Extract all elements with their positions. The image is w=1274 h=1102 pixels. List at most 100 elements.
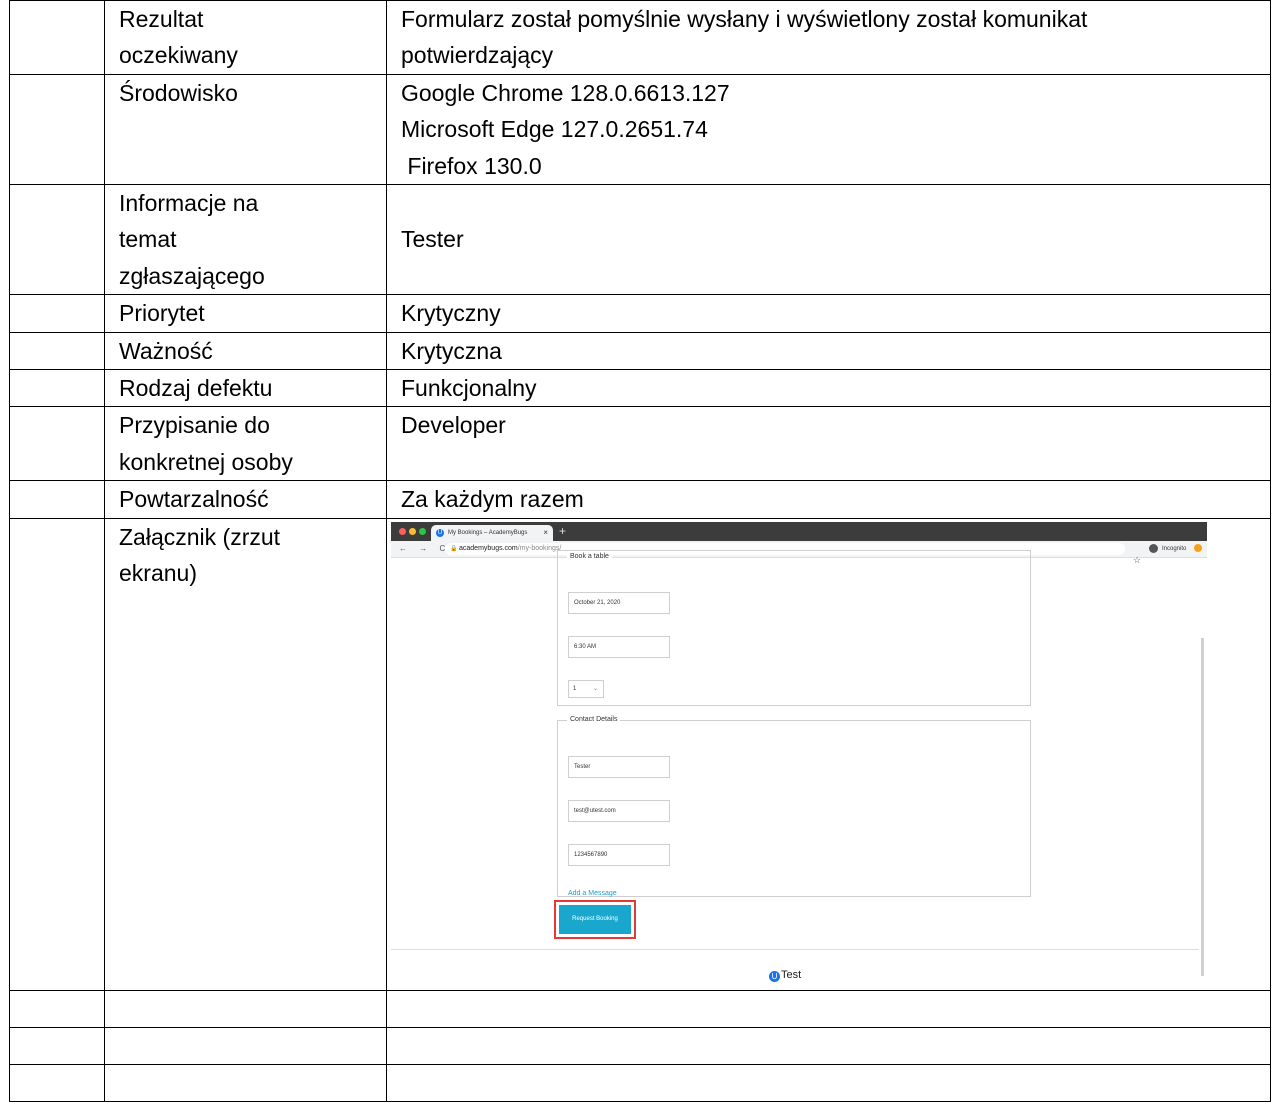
scrollbar[interactable] <box>1201 637 1204 976</box>
value-line: Developer <box>401 412 506 439</box>
label-line: Przypisanie do <box>119 412 270 439</box>
row-attachment: Załącznik (zrzut ekranu) U My Bookings –… <box>9 517 1271 991</box>
label-line: Rodzaj defektu <box>119 375 273 402</box>
index-cell <box>9 294 105 333</box>
row-environment: Środowisko Google Chrome 128.0.6613.127 … <box>9 73 1271 186</box>
label-line: Ważność <box>119 337 213 364</box>
incognito-label: Incognito <box>1162 545 1187 552</box>
book-table-fieldset <box>557 549 1031 706</box>
label-line: temat <box>119 226 177 253</box>
request-booking-button[interactable]: Request Booking <box>559 904 631 934</box>
row-defect-type: Rodzaj defektu Funkcjonalny <box>9 369 1271 408</box>
party-value: 1 <box>573 685 577 692</box>
value-cell <box>386 989 1271 1028</box>
label-line: ekranu) <box>119 560 197 587</box>
label-cell: Priorytet <box>104 294 387 333</box>
minimize-window-icon[interactable] <box>409 527 416 535</box>
value-line: Microsoft Edge 127.0.2651.74 <box>401 116 708 143</box>
label-line: Środowisko <box>119 79 238 106</box>
value-cell: Funkcjonalny <box>386 369 1271 408</box>
index-cell <box>9 517 105 991</box>
value-line: Funkcjonalny <box>401 375 537 402</box>
label-line: oczekiwany <box>119 42 238 69</box>
row-expected-result: Rezultat oczekiwany Formularz został pom… <box>9 0 1271 75</box>
index-cell <box>9 73 105 186</box>
index-cell <box>9 480 105 519</box>
label-cell: Rezultat oczekiwany <box>104 0 387 75</box>
attachment-cell: U My Bookings – AcademyBugs × + ← → C 🔒 … <box>386 517 1271 991</box>
label-cell <box>104 1063 387 1102</box>
value-line: Formularz został pomyślnie wysłany i wyś… <box>401 6 1088 32</box>
empty-row <box>9 1026 1271 1065</box>
lock-icon: 🔒 <box>450 545 458 552</box>
value-line: Krytyczna <box>401 337 502 364</box>
value-cell: Formularz został pomyślnie wysłany i wyś… <box>386 0 1271 75</box>
label-cell: Załącznik (zrzut ekranu) <box>104 517 387 991</box>
utest-logo: U Test <box>769 957 801 990</box>
value-line: Za każdym razem <box>401 486 584 513</box>
label-line: Rezultat <box>119 6 204 32</box>
index-cell <box>9 406 105 482</box>
url-host: academybugs.com <box>459 544 518 552</box>
value-cell: Developer <box>386 406 1271 482</box>
name-input[interactable]: Tester <box>568 755 670 778</box>
index-cell <box>9 989 105 1028</box>
utest-logo-text: Test <box>781 968 802 981</box>
value-cell <box>386 1026 1271 1065</box>
chevron-down-icon: ⌄ <box>592 685 598 692</box>
row-severity: Ważność Krytyczna <box>9 331 1271 371</box>
time-input[interactable]: 6:30 AM <box>568 635 670 658</box>
label-cell: Środowisko <box>104 73 387 186</box>
label-line: Powtarzalność <box>119 486 269 513</box>
value-line: Krytyczny <box>401 300 501 327</box>
close-tab-icon[interactable]: × <box>543 525 548 541</box>
label-line: zgłaszającego <box>119 262 265 289</box>
close-window-icon[interactable] <box>399 527 406 535</box>
party-select[interactable]: 1 ⌄ <box>568 679 604 698</box>
phone-input[interactable]: 1234567890 <box>568 843 670 866</box>
update-icon[interactable] <box>1194 543 1202 552</box>
value-cell <box>386 1063 1271 1102</box>
new-tab-button[interactable]: + <box>559 522 566 541</box>
index-cell <box>9 1026 105 1065</box>
value-line: Tester <box>401 226 464 253</box>
row-assignee: Przypisanie do konkretnej osoby Develope… <box>9 406 1271 482</box>
label-line: Informacje na <box>119 190 259 217</box>
label-line: Priorytet <box>119 300 205 327</box>
label-cell: Przypisanie do konkretnej osoby <box>104 406 387 482</box>
label-cell: Ważność <box>104 331 387 371</box>
label-cell: Powtarzalność <box>104 480 387 519</box>
book-table-legend: Book a table <box>567 551 612 561</box>
email-input[interactable]: test@utest.com <box>568 799 670 822</box>
favicon-icon: U <box>436 528 444 537</box>
empty-row <box>9 1063 1271 1102</box>
label-cell: Rodzaj defektu <box>104 369 387 408</box>
value-cell: Za każdym razem <box>386 480 1271 519</box>
value-cell: Tester <box>386 184 1271 296</box>
value-cell: Krytyczna <box>386 331 1271 371</box>
index-cell <box>9 1063 105 1102</box>
maximize-window-icon[interactable] <box>419 527 426 535</box>
empty-row <box>9 989 1271 1028</box>
browser-tab[interactable]: U My Bookings – AcademyBugs × <box>431 524 553 541</box>
label-cell <box>104 1026 387 1065</box>
value-line: Firefox 130.0 <box>401 152 542 179</box>
value-line: Google Chrome 128.0.6613.127 <box>401 79 730 106</box>
utest-logo-mark: U <box>769 970 780 982</box>
incognito-icon <box>1149 543 1158 553</box>
url-path: /my-bookings/ <box>517 544 562 552</box>
value-line: potwierdzający <box>401 42 554 69</box>
label-line: Załącznik (zrzut <box>119 523 281 550</box>
index-cell <box>9 331 105 371</box>
footer-divider <box>391 948 1199 950</box>
index-cell <box>9 184 105 296</box>
value-cell: Google Chrome 128.0.6613.127 Microsoft E… <box>386 73 1271 186</box>
date-input[interactable]: October 21, 2020 <box>568 591 670 614</box>
nav-buttons[interactable]: ← → C <box>399 543 450 555</box>
bug-report-table: Rezultat oczekiwany Formularz został pom… <box>9 0 1271 1102</box>
index-cell <box>9 0 105 75</box>
row-reproducibility: Powtarzalność Za każdym razem <box>9 480 1271 519</box>
attachment-screenshot: U My Bookings – AcademyBugs × + ← → C 🔒 … <box>391 521 1207 990</box>
value-cell: Krytyczny <box>386 294 1271 333</box>
label-cell: Informacje na temat zgłaszającego <box>104 184 387 296</box>
